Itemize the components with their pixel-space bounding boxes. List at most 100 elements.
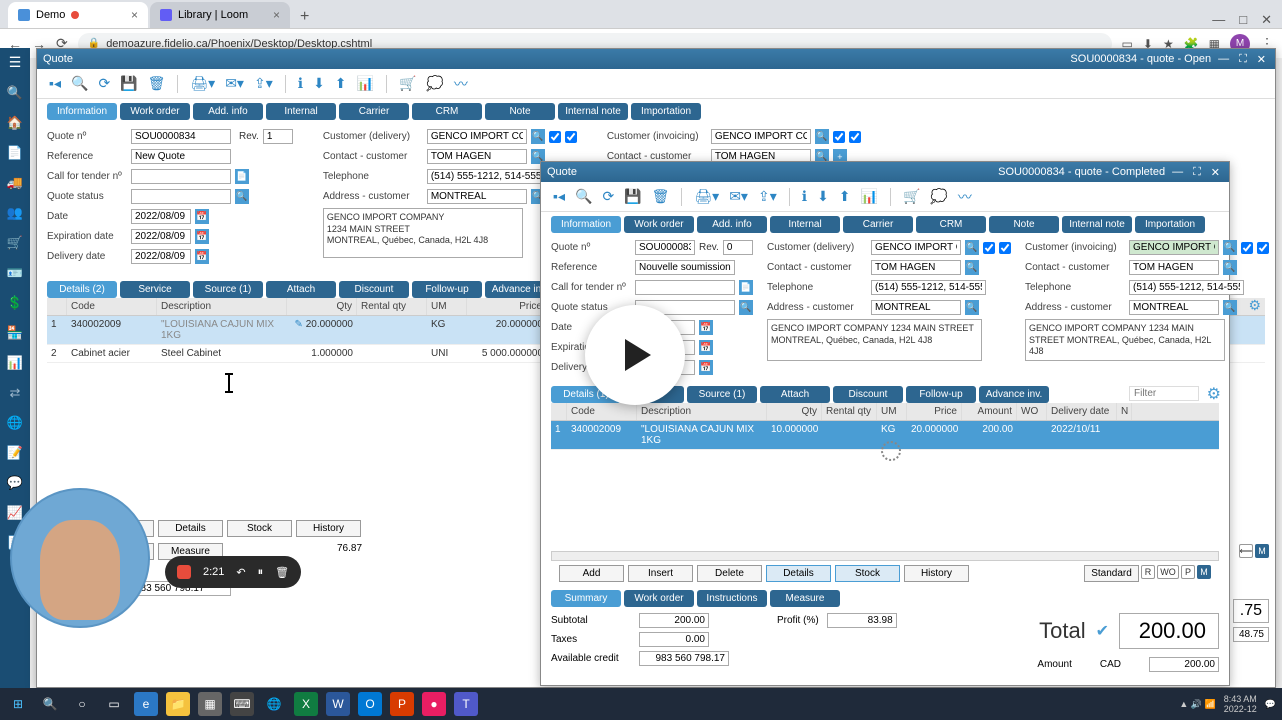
stock-button[interactable]: Stock: [835, 565, 900, 582]
app-icon[interactable]: ⌨: [230, 692, 254, 716]
calendar-icon[interactable]: 📅: [195, 249, 209, 264]
lookup-icon[interactable]: 🔍: [965, 300, 979, 315]
cortana-icon[interactable]: ○: [70, 692, 94, 716]
lookup-icon[interactable]: 🔍: [739, 300, 753, 315]
tab-internalnote[interactable]: Internal note: [1062, 216, 1132, 233]
window-minimize[interactable]: —: [1215, 53, 1232, 65]
lookup-icon[interactable]: 🔍: [1223, 240, 1237, 255]
tab-details[interactable]: Details (2): [47, 281, 117, 298]
down-icon[interactable]: ⬇: [815, 188, 831, 205]
tab-internal[interactable]: Internal: [770, 216, 840, 233]
history-button[interactable]: History: [296, 520, 361, 537]
badge-wo[interactable]: WO: [1157, 565, 1179, 579]
save-icon[interactable]: 💾: [622, 188, 643, 205]
tab-service[interactable]: Service: [120, 281, 190, 298]
titlebar[interactable]: Quote SOU0000834 - quote - Open — ⛶ ✕: [37, 49, 1275, 69]
tab-note[interactable]: Note: [989, 216, 1059, 233]
info-icon[interactable]: ℹ: [800, 188, 809, 205]
lookup-icon[interactable]: 🔍: [1223, 300, 1237, 315]
tab-importation[interactable]: Importation: [1135, 216, 1205, 233]
col-price[interactable]: Price: [467, 298, 547, 315]
addr-input[interactable]: [427, 189, 527, 204]
tab-advance[interactable]: Advance inv.: [979, 386, 1049, 403]
col-code[interactable]: Code: [567, 403, 637, 420]
trash-icon[interactable]: 🗑: [275, 566, 289, 579]
store-icon[interactable]: 🏪: [7, 325, 23, 341]
home-icon[interactable]: 🏠: [7, 115, 23, 131]
details-button[interactable]: Details: [766, 565, 831, 582]
notifications-icon[interactable]: 💬: [1265, 699, 1276, 710]
new-tab-button[interactable]: +: [292, 6, 317, 28]
col-rental[interactable]: Rental qty: [822, 403, 877, 420]
outlook-icon[interactable]: O: [358, 692, 382, 716]
cust-del-input[interactable]: [427, 129, 527, 144]
reference-input[interactable]: [635, 260, 735, 275]
cart-icon[interactable]: 🛒: [397, 75, 418, 92]
rev-input[interactable]: [263, 129, 293, 144]
cust-inv-input[interactable]: [1129, 240, 1219, 255]
col-qty[interactable]: Qty: [767, 403, 822, 420]
window-close[interactable]: ✕: [1208, 166, 1223, 179]
checkbox[interactable]: [549, 131, 561, 143]
browser-tab-active[interactable]: Demo ×: [8, 2, 148, 28]
status-input[interactable]: [131, 189, 231, 204]
close-icon[interactable]: ×: [273, 8, 280, 22]
tab-information[interactable]: Information: [551, 216, 621, 233]
lookup-icon[interactable]: 🔍: [531, 129, 545, 144]
window-maximize[interactable]: □: [1239, 12, 1247, 28]
users-icon[interactable]: 👥: [7, 205, 23, 221]
calendar-icon[interactable]: 📅: [195, 209, 209, 224]
stop-icon[interactable]: [177, 565, 191, 579]
contact-input[interactable]: [871, 260, 961, 275]
app-icon[interactable]: ●: [422, 692, 446, 716]
search-icon[interactable]: 🔍: [69, 75, 90, 92]
col-desc[interactable]: Description: [637, 403, 767, 420]
bubble-icon[interactable]: 💭: [424, 75, 445, 92]
wave-icon[interactable]: 〰: [956, 187, 974, 207]
refresh-icon[interactable]: ⟳: [96, 75, 112, 92]
history-button[interactable]: History: [904, 565, 969, 582]
contact2-input[interactable]: [1129, 260, 1219, 275]
checkbox[interactable]: [849, 131, 861, 143]
tel2-input[interactable]: [1129, 280, 1244, 295]
undo-icon[interactable]: ↶: [236, 566, 245, 579]
rev-input[interactable]: [723, 240, 753, 255]
tel-input[interactable]: [871, 280, 986, 295]
lookup-icon[interactable]: 🔍: [965, 260, 979, 275]
col-um[interactable]: UM: [427, 298, 467, 315]
col-desc[interactable]: Description: [157, 298, 287, 315]
window-minimize[interactable]: —: [1169, 166, 1186, 178]
cust-del-input[interactable]: [871, 240, 961, 255]
word-icon[interactable]: W: [326, 692, 350, 716]
tab-measure[interactable]: Measure: [770, 590, 840, 607]
chart-icon[interactable]: 📊: [7, 355, 23, 371]
tab-carrier[interactable]: Carrier: [843, 216, 913, 233]
teams-icon[interactable]: T: [454, 692, 478, 716]
tab-source[interactable]: Source (1): [687, 386, 757, 403]
system-tray[interactable]: ▲ 🔊 📶 8:43 AM2022-12 💬: [1179, 694, 1276, 714]
excel-icon[interactable]: X: [294, 692, 318, 716]
filter-input[interactable]: [1129, 386, 1199, 401]
export-icon[interactable]: ⇪▾: [252, 75, 275, 92]
swap-icon[interactable]: ⇄: [10, 385, 21, 401]
tab-addinfo[interactable]: Add. info: [697, 216, 767, 233]
window-minimize[interactable]: —: [1212, 12, 1225, 28]
refresh-icon[interactable]: ⟳: [600, 188, 616, 205]
down-icon[interactable]: ⬇: [311, 75, 327, 92]
cust-inv-input[interactable]: [711, 129, 811, 144]
close-icon[interactable]: ×: [131, 8, 138, 22]
bars-icon[interactable]: 📊: [859, 188, 880, 205]
reference-input[interactable]: [131, 149, 231, 164]
col-rental[interactable]: Rental qty: [357, 298, 427, 315]
tab-addinfo[interactable]: Add. info: [193, 103, 263, 120]
tab-information[interactable]: Information: [47, 103, 117, 120]
checkbox[interactable]: [1257, 242, 1269, 254]
checkbox[interactable]: [983, 242, 995, 254]
search-icon[interactable]: 🔍: [7, 85, 23, 101]
del-input[interactable]: [131, 249, 191, 264]
badge-m[interactable]: M: [1255, 544, 1269, 558]
up-icon[interactable]: ⬆: [333, 75, 349, 92]
search-icon[interactable]: 🔍: [573, 188, 594, 205]
info-icon[interactable]: ℹ: [296, 75, 305, 92]
up-icon[interactable]: ⬆: [837, 188, 853, 205]
